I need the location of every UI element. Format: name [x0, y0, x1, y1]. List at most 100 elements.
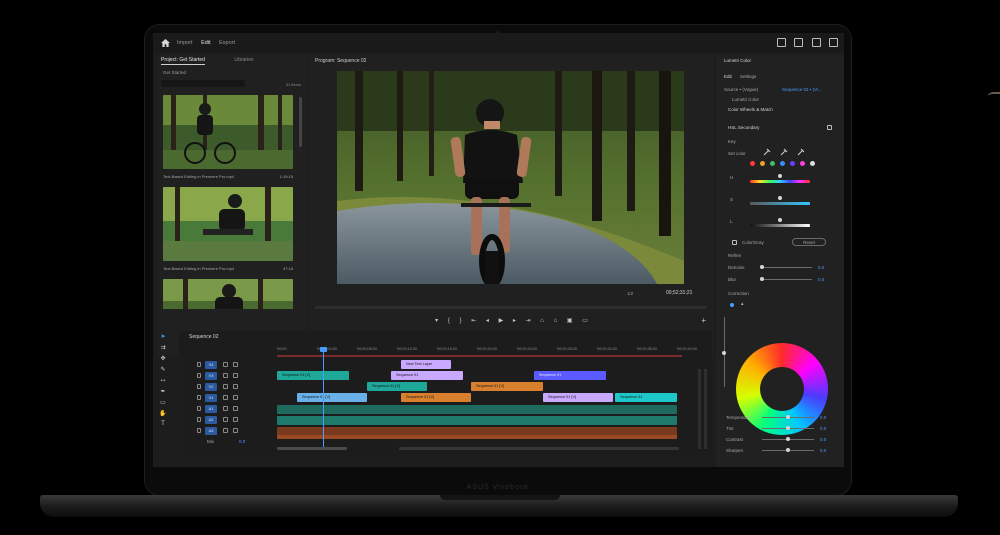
eye-icon[interactable]: [233, 373, 238, 378]
timeline-zoom-bar[interactable]: [399, 447, 679, 450]
denoise-knob[interactable]: [760, 265, 764, 269]
reset-button[interactable]: Reset: [792, 238, 826, 246]
temperature-value[interactable]: 0.0: [820, 415, 826, 420]
luma-range-knob[interactable]: [778, 218, 782, 222]
track-select-icon[interactable]: ⇉: [157, 344, 169, 355]
fit-select[interactable]: 1/2: [627, 291, 633, 296]
lock-icon[interactable]: [197, 417, 201, 422]
blur-value[interactable]: 0.0: [818, 277, 824, 282]
audio-clip-a4[interactable]: [277, 435, 677, 439]
tint-knob[interactable]: [786, 426, 790, 430]
slip-tool-icon[interactable]: ⇿: [157, 377, 169, 388]
edit-tab[interactable]: Edit: [201, 40, 210, 46]
hand-tool-icon[interactable]: ✋: [157, 410, 169, 421]
playhead[interactable]: [323, 347, 324, 447]
contrast-knob[interactable]: [786, 437, 790, 441]
mark-in-icon[interactable]: {: [448, 318, 450, 324]
razor-tool-icon[interactable]: ✎: [157, 366, 169, 377]
audio-clip-a1[interactable]: [277, 405, 677, 414]
import-tab[interactable]: Import: [177, 40, 193, 46]
rectangle-tool-icon[interactable]: ▭: [157, 399, 169, 410]
track-name[interactable]: V4: [205, 361, 217, 369]
track-header[interactable]: V4: [197, 360, 277, 370]
workspace-icon[interactable]: [776, 38, 786, 47]
lumetri-settings-tab[interactable]: Settings: [740, 74, 756, 79]
color-swatch[interactable]: [790, 161, 795, 166]
lock-icon[interactable]: [197, 384, 201, 389]
sequence-tab[interactable]: Sequence 02: [189, 334, 218, 340]
mute-icon[interactable]: [233, 417, 238, 422]
color-swatch[interactable]: [750, 161, 755, 166]
denoise-value[interactable]: 0.0: [818, 265, 824, 270]
hue-range-bar[interactable]: [750, 180, 810, 183]
saturation-range-knob[interactable]: [778, 196, 782, 200]
hsl-secondary-section[interactable]: HSL Secondary: [728, 125, 759, 130]
sharpen-value[interactable]: 0.0: [820, 448, 826, 453]
pen-tool-icon[interactable]: ✒: [157, 388, 169, 399]
sync-lock-icon[interactable]: [223, 395, 228, 400]
lock-icon[interactable]: [197, 406, 201, 411]
eye-icon[interactable]: [233, 384, 238, 389]
project-clip[interactable]: Text-Based Editing in Premiere Pro.mp4 1…: [163, 95, 293, 179]
timeline-clip[interactable]: Sequence 01: [615, 393, 677, 402]
key-section[interactable]: Key: [728, 139, 736, 144]
color-swatch[interactable]: [760, 161, 765, 166]
compare-icon[interactable]: ▭: [582, 318, 588, 324]
contrast-value[interactable]: 0.0: [820, 437, 826, 442]
eyedropper-icons[interactable]: [762, 148, 812, 156]
timeline-clip[interactable]: Sequence 01 [V]: [543, 393, 613, 402]
camera-icon[interactable]: ▣: [567, 318, 573, 324]
color-swatch[interactable]: [770, 161, 775, 166]
program-scrubber[interactable]: [315, 306, 707, 309]
sync-lock-icon[interactable]: [223, 384, 228, 389]
track-name[interactable]: A2: [205, 416, 217, 424]
track-name[interactable]: A1: [205, 405, 217, 413]
go-to-in-icon[interactable]: ⇤: [471, 318, 476, 324]
sync-lock-icon[interactable]: [223, 417, 228, 422]
timeline-clip[interactable]: Sequence 01 [V]: [401, 393, 471, 402]
mute-icon[interactable]: [233, 406, 238, 411]
step-back-icon[interactable]: ◂: [486, 318, 489, 324]
go-to-out-icon[interactable]: ⇥: [526, 318, 531, 324]
timeline-ruler[interactable]: 00;00 00;00;04;00 00;00;08;00 00;00;12;00 00…: [277, 347, 697, 355]
track-header[interactable]: A2: [197, 415, 277, 425]
temperature-knob[interactable]: [786, 415, 790, 419]
project-scrollbar[interactable]: [299, 97, 302, 147]
correction-mode-icon[interactable]: [730, 303, 734, 307]
fullscreen-icon[interactable]: [829, 38, 838, 47]
mix-value[interactable]: 0.0: [239, 439, 245, 444]
lift-icon[interactable]: ⌂: [540, 318, 544, 324]
track-header[interactable]: V1: [197, 393, 277, 403]
ripple-edit-icon[interactable]: ✥: [157, 355, 169, 366]
step-forward-icon[interactable]: ▸: [513, 318, 516, 324]
luma-range-bar[interactable]: [750, 224, 810, 227]
sync-lock-icon[interactable]: [223, 428, 228, 433]
blur-slider[interactable]: [762, 279, 812, 280]
color-wheels-section[interactable]: Color Wheels & Match: [728, 107, 773, 112]
track-header[interactable]: A1: [197, 404, 277, 414]
track-header[interactable]: V3: [197, 371, 277, 381]
selection-tool-icon[interactable]: ➤: [157, 333, 169, 344]
correction-lightness-knob[interactable]: [722, 351, 726, 355]
track-name[interactable]: V3: [205, 372, 217, 380]
sync-lock-icon[interactable]: [223, 362, 228, 367]
export-tab[interactable]: Export: [219, 40, 235, 46]
track-name[interactable]: V2: [205, 383, 217, 391]
track-name[interactable]: A3: [205, 427, 217, 435]
project-search-input[interactable]: [161, 80, 245, 87]
blur-knob[interactable]: [760, 277, 764, 281]
lumetri-edit-tab[interactable]: Edit: [724, 74, 732, 79]
color-gray-checkbox[interactable]: [732, 240, 737, 245]
lock-icon[interactable]: [197, 395, 201, 400]
mute-icon[interactable]: [233, 428, 238, 433]
eye-icon[interactable]: [233, 362, 238, 367]
timeline-scrollbar[interactable]: [277, 447, 347, 450]
timeline-clip[interactable]: Sequence 01: [391, 371, 463, 380]
color-swatch[interactable]: [810, 161, 815, 166]
add-button-icon[interactable]: +: [701, 316, 706, 325]
type-tool-icon[interactable]: T: [157, 421, 169, 432]
sync-lock-icon[interactable]: [223, 406, 228, 411]
timeline-clip[interactable]: Sequence 01 [V]: [471, 382, 543, 391]
color-swatch[interactable]: [780, 161, 785, 166]
denoise-slider[interactable]: [762, 267, 812, 268]
